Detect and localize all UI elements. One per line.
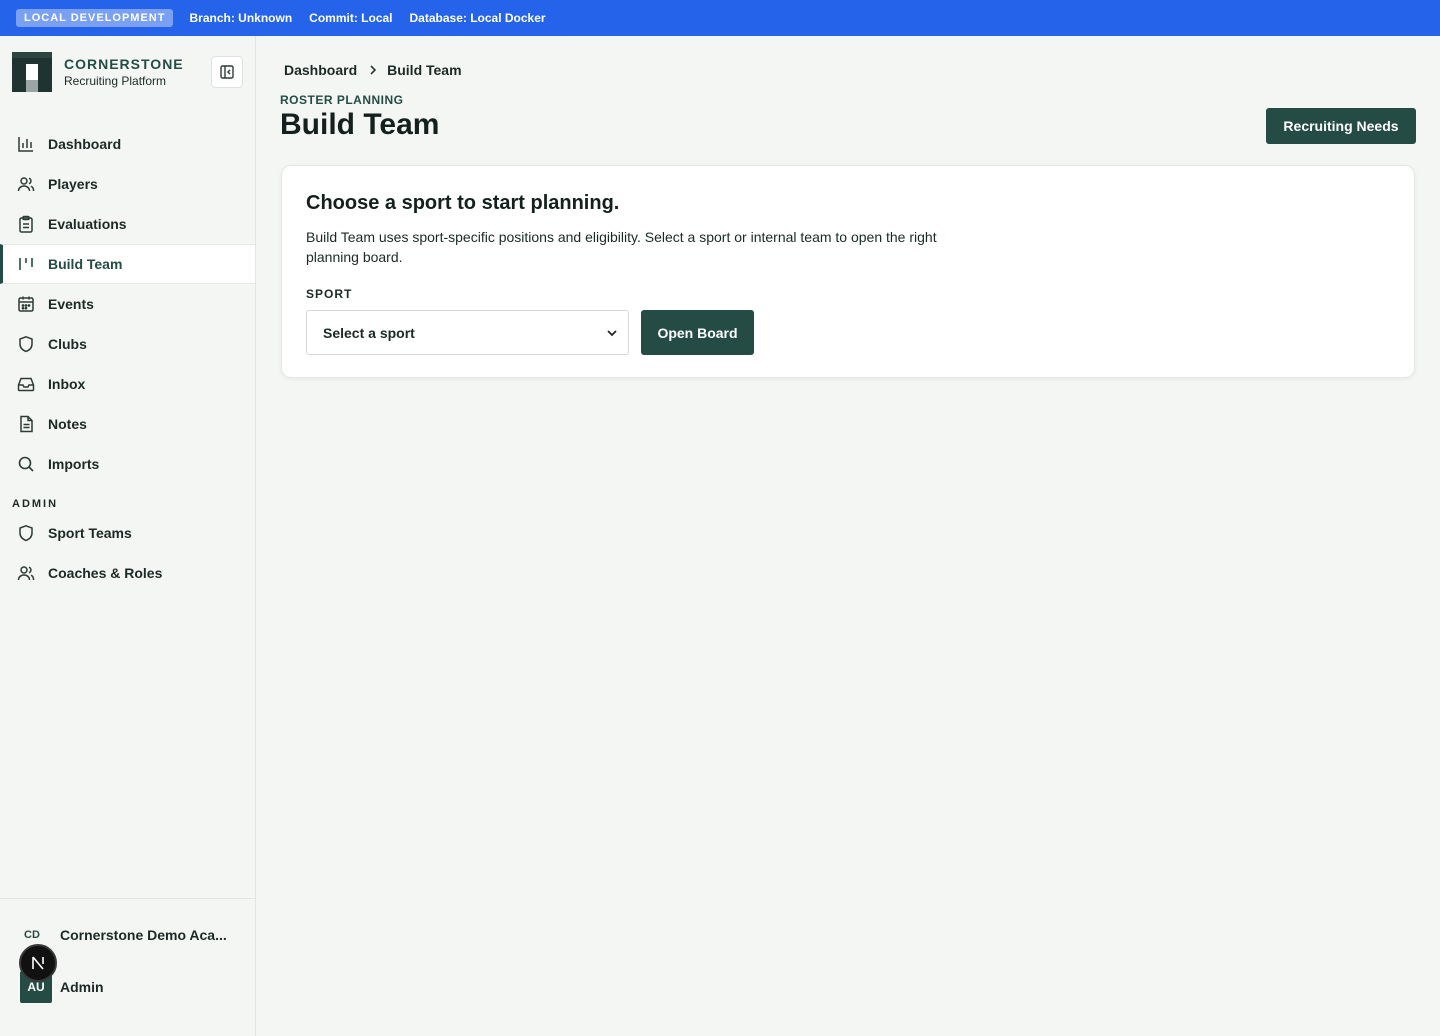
nav-item-sport-teams[interactable]: Sport Teams: [0, 513, 255, 553]
clipboard-icon: [16, 214, 36, 234]
sidebar-collapse-icon: [220, 65, 234, 79]
breadcrumb-current: Build Team: [387, 62, 462, 78]
nav-label: Evaluations: [48, 216, 127, 232]
nav-label: Sport Teams: [48, 525, 132, 541]
search-icon: [16, 454, 36, 474]
nav-label: Coaches & Roles: [48, 565, 163, 581]
breadcrumb: Dashboard Build Team: [284, 62, 462, 78]
nav-item-coaches-roles[interactable]: Coaches & Roles: [0, 553, 255, 593]
nav-label: Players: [48, 176, 98, 192]
nav-label: Events: [48, 296, 94, 312]
sport-field-label: SPORT: [306, 287, 353, 301]
calendar-icon: [16, 294, 36, 314]
sport-select[interactable]: Select a sport: [306, 310, 629, 355]
nav-item-dashboard[interactable]: Dashboard: [0, 124, 255, 164]
nav-item-inbox[interactable]: Inbox: [0, 364, 255, 404]
brand[interactable]: CORNERSTONE Recruiting Platform: [12, 52, 184, 92]
nav-item-evaluations[interactable]: Evaluations: [0, 204, 255, 244]
shield-icon: [16, 334, 36, 354]
document-icon: [16, 414, 36, 434]
organization-switcher[interactable]: CD Cornerstone Demo Aca...: [24, 927, 227, 943]
breadcrumb-dashboard-link[interactable]: Dashboard: [284, 62, 357, 78]
chevron-down-icon: [606, 326, 618, 342]
nav-item-build-team[interactable]: Build Team: [0, 244, 255, 284]
sport-selection-card: Choose a sport to start planning. Build …: [281, 165, 1415, 378]
org-name: Cornerstone Demo Aca...: [60, 927, 227, 943]
collapse-sidebar-button[interactable]: [211, 56, 243, 88]
environment-badge: LOCAL DEVELOPMENT: [16, 9, 174, 27]
shield-icon: [16, 523, 36, 543]
sport-select-value: Select a sport: [323, 324, 415, 341]
sidebar: CORNERSTONE Recruiting Platform Dashboar…: [0, 36, 256, 1036]
columns-icon: [16, 254, 36, 274]
commit-info: Commit: Local: [309, 11, 393, 25]
chevron-right-icon: [367, 64, 379, 76]
nav-item-clubs[interactable]: Clubs: [0, 324, 255, 364]
recruiting-needs-button[interactable]: Recruiting Needs: [1266, 108, 1416, 144]
open-board-button[interactable]: Open Board: [641, 310, 754, 355]
admin-section-label: ADMIN: [12, 498, 59, 510]
n-logo-icon: [32, 956, 44, 970]
card-description: Build Team uses sport-specific positions…: [306, 229, 937, 265]
nav-item-imports[interactable]: Imports: [0, 444, 255, 484]
admin-nav: Sport Teams Coaches & Roles: [0, 513, 255, 593]
nav-label: Notes: [48, 416, 87, 432]
inbox-icon: [16, 374, 36, 394]
brand-logo: [12, 52, 52, 92]
nav-item-notes[interactable]: Notes: [0, 404, 255, 444]
nav-label: Build Team: [48, 256, 123, 272]
nav-label: Inbox: [48, 376, 86, 392]
brand-name: CORNERSTONE: [64, 56, 184, 72]
bar-chart-icon: [16, 134, 36, 154]
nav-label: Clubs: [48, 336, 87, 352]
branch-info: Branch: Unknown: [189, 11, 293, 25]
nav-item-players[interactable]: Players: [0, 164, 255, 204]
nav-item-events[interactable]: Events: [0, 284, 255, 324]
page-eyebrow: ROSTER PLANNING: [280, 93, 404, 107]
org-initials: CD: [24, 929, 40, 941]
card-title: Choose a sport to start planning.: [306, 192, 620, 214]
database-info: Database: Local Docker: [409, 11, 546, 25]
main-content: Dashboard Build Team ROSTER PLANNING Bui…: [256, 36, 1440, 1036]
dev-environment-banner: LOCAL DEVELOPMENT Branch: Unknown Commit…: [0, 0, 1440, 36]
sidebar-footer: CD Cornerstone Demo Aca... AU Admin: [0, 898, 255, 1036]
main-nav: Dashboard Players Evaluations Build Team…: [0, 124, 255, 484]
nav-label: Dashboard: [48, 136, 122, 152]
users-icon: [16, 563, 36, 583]
page-title: Build Team: [280, 108, 440, 141]
dev-tools-badge[interactable]: [19, 944, 57, 982]
user-name: Admin: [60, 979, 104, 995]
users-icon: [16, 174, 36, 194]
nav-label: Imports: [48, 456, 100, 472]
brand-subtitle: Recruiting Platform: [64, 74, 167, 88]
